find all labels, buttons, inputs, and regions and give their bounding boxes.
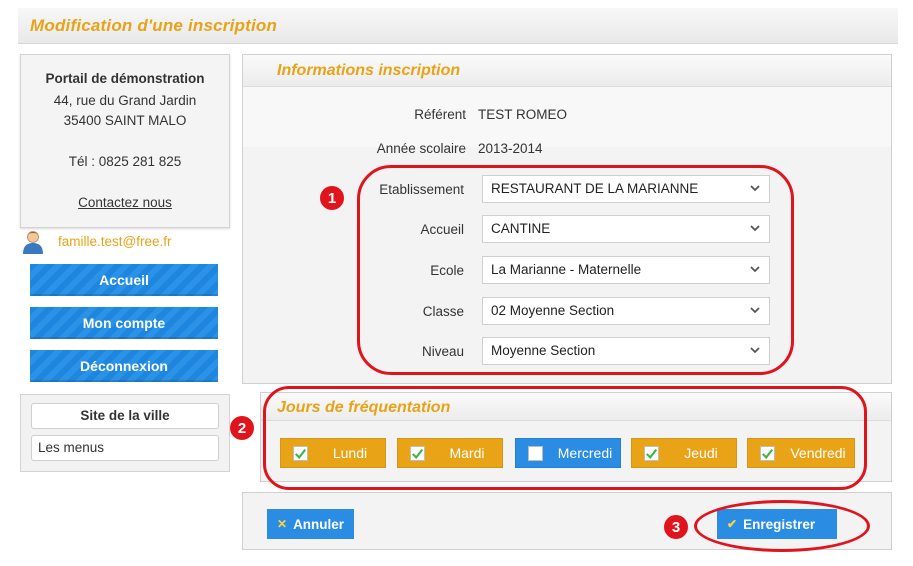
info-panel-header: Informations inscription: [243, 55, 891, 87]
nav-mon-compte-button[interactable]: Mon compte: [30, 307, 218, 339]
day-label-lundi: Lundi: [332, 445, 368, 461]
annee-scolaire-label: Année scolaire: [376, 141, 466, 156]
days-panel: Jours de fréquentation: [260, 392, 892, 482]
chevron-down-icon: [750, 307, 760, 314]
day-toggle-mercredi[interactable]: Mercredi: [515, 438, 621, 468]
classe-select[interactable]: 02 Moyenne Section: [482, 297, 770, 325]
callout-badge-3: 3: [664, 515, 688, 539]
address-line-1: 44, rue du Grand Jardin: [53, 93, 197, 108]
checkbox-checked-icon: [760, 446, 775, 461]
day-toggle-vendredi[interactable]: Vendredi: [747, 438, 855, 468]
chevron-down-icon: [750, 225, 760, 232]
ecole-select[interactable]: La Marianne - Maternelle: [482, 256, 770, 284]
save-button[interactable]: ✔ Enregistrer: [717, 509, 837, 539]
user-email: famille.test@free.fr: [58, 234, 172, 249]
nav-deconnexion-button[interactable]: Déconnexion: [30, 350, 218, 382]
user-info: famille.test@free.fr: [20, 231, 232, 254]
callout-badge-2: 2: [230, 416, 254, 440]
days-section-title: Jours de fréquentation: [277, 399, 451, 416]
page-header: Modification d'une inscription: [18, 8, 898, 44]
niveau-value: Moyenne Section: [491, 343, 596, 358]
user-avatar-icon: [23, 231, 43, 254]
callout-badge-1: 1: [320, 186, 344, 210]
contact-link[interactable]: Contactez nous: [21, 195, 229, 210]
day-label-vendredi: Vendredi: [790, 445, 846, 461]
city-site-box: Site de la ville Les menus: [20, 394, 230, 472]
ecole-label: Ecole: [430, 263, 464, 278]
chevron-down-icon: [750, 347, 760, 354]
niveau-label: Niveau: [421, 344, 464, 359]
etablissement-select[interactable]: RESTAURANT DE LA MARIANNE: [482, 175, 770, 203]
accueil-select[interactable]: CANTINE: [482, 215, 770, 243]
nav-accueil-button[interactable]: Accueil: [30, 264, 218, 296]
address-line-2: 35400 SAINT MALO: [63, 113, 187, 128]
checkmark-icon: ✔: [727, 517, 738, 531]
classe-label: Classe: [422, 304, 464, 319]
city-site-title: Site de la ville: [31, 403, 219, 429]
day-toggle-mardi[interactable]: Mardi: [397, 438, 503, 468]
etablissement-value: RESTAURANT DE LA MARIANNE: [491, 181, 699, 196]
referent-label: Référent: [414, 107, 466, 122]
contact-box: Portail de démonstration 44, rue du Gran…: [20, 54, 230, 228]
day-label-jeudi: Jeudi: [684, 445, 718, 461]
cancel-button-label: Annuler: [293, 516, 345, 532]
annee-scolaire-value: 2013-2014: [478, 141, 543, 156]
accueil-label: Accueil: [420, 222, 464, 237]
classe-value: 02 Moyenne Section: [491, 303, 615, 318]
chevron-down-icon: [750, 185, 760, 192]
cancel-button[interactable]: ✕ Annuler: [267, 509, 355, 539]
checkbox-unchecked-icon: [528, 446, 543, 461]
etablissement-label: Etablissement: [379, 182, 464, 197]
checkbox-checked-icon: [293, 446, 308, 461]
days-panel-header: Jours de fréquentation: [261, 393, 891, 421]
day-toggle-jeudi[interactable]: Jeudi: [631, 438, 737, 468]
save-button-label: Enregistrer: [743, 516, 816, 532]
referent-value: TEST ROMEO: [478, 107, 568, 122]
info-section-title: Informations inscription: [277, 62, 461, 79]
action-bar: ✕ Annuler ✔ Enregistrer: [242, 492, 892, 550]
phone-number: Tél : 0825 281 825: [68, 154, 182, 169]
checkbox-checked-icon: [410, 446, 425, 461]
day-toggle-lundi[interactable]: Lundi: [280, 438, 386, 468]
ecole-value: La Marianne - Maternelle: [491, 262, 642, 277]
close-icon: ✕: [277, 517, 288, 531]
chevron-down-icon: [750, 266, 760, 273]
city-link-menus[interactable]: Les menus: [31, 435, 219, 461]
day-label-mardi: Mardi: [449, 445, 485, 461]
niveau-select[interactable]: Moyenne Section: [482, 337, 770, 365]
checkbox-checked-icon: [644, 446, 659, 461]
page-title: Modification d'une inscription: [30, 16, 278, 35]
day-label-mercredi: Mercredi: [557, 445, 613, 461]
accueil-value: CANTINE: [491, 221, 551, 236]
org-name: Portail de démonstration: [45, 71, 205, 86]
